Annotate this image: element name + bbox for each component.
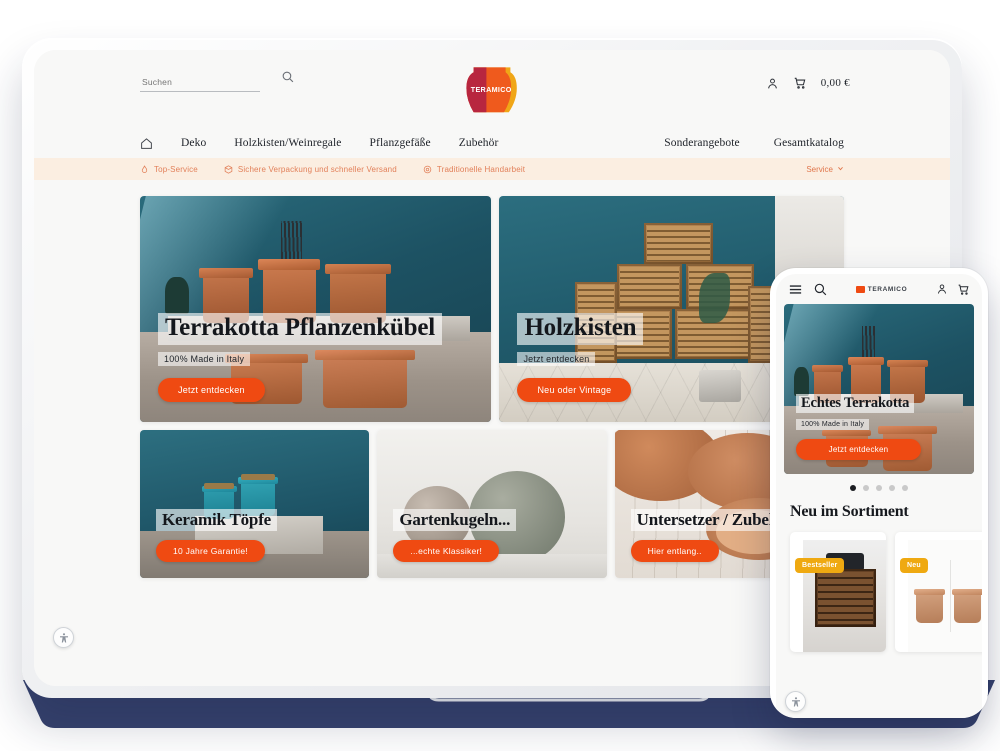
- carousel-dots: [776, 474, 982, 497]
- hero-tile-grid-row1: Terrakotta Pflanzenkübel 100% Made in It…: [140, 196, 844, 422]
- carousel-dot-4[interactable]: [889, 485, 895, 491]
- hero-tile-gartenkugeln[interactable]: Gartenkugeln... ...echte Klassiker!: [377, 430, 607, 578]
- logo-wordmark: TERAMICO: [867, 285, 908, 293]
- cart-icon[interactable]: [957, 283, 970, 296]
- logo-mark: [855, 285, 865, 293]
- cart-total: 0,00 €: [820, 77, 850, 89]
- mobile-brand-logo[interactable]: TERAMICO: [855, 285, 908, 293]
- search-input[interactable]: [140, 77, 260, 92]
- user-icon[interactable]: [936, 283, 948, 295]
- flame-icon: [140, 165, 149, 174]
- product-image: [803, 540, 886, 652]
- cart-icon[interactable]: [793, 76, 807, 90]
- hamburger-menu-icon[interactable]: [788, 282, 803, 297]
- tile-cta-button[interactable]: ...echte Klassiker!: [393, 540, 500, 562]
- mobile-header-actions: [936, 283, 970, 296]
- usp-item-top-service: Top-Service: [140, 165, 198, 174]
- mobile-hero-subtitle: 100% Made in Italy: [796, 419, 870, 430]
- tile-title: Holzkisten: [517, 313, 644, 345]
- accessibility-icon[interactable]: [785, 691, 806, 712]
- product-card[interactable]: Neu: [895, 532, 982, 652]
- mobile-hero-content: Echtes Terrakotta 100% Made in Italy Jet…: [796, 393, 960, 460]
- hero-tile-terrakotta[interactable]: Terrakotta Pflanzenkübel 100% Made in It…: [140, 196, 492, 422]
- carousel-dot-1[interactable]: [850, 485, 856, 491]
- tile-cta-button[interactable]: Jetzt entdecken: [158, 378, 265, 402]
- tile-cta-button[interactable]: 10 Jahre Garantie!: [156, 540, 265, 562]
- tile-title: Terrakotta Pflanzenkübel: [158, 313, 442, 345]
- nav-item-gesamtkatalog[interactable]: Gesamtkatalog: [774, 137, 844, 149]
- nav-primary-items: Deko Holzkisten/Weinregale Pflanzgefäße …: [140, 137, 498, 150]
- chevron-down-icon[interactable]: [837, 165, 844, 174]
- product-card[interactable]: Bestseller: [790, 532, 886, 652]
- nav-item-deko[interactable]: Deko: [181, 137, 206, 149]
- logo-wordmark: TERAMICO: [471, 85, 512, 94]
- usp-item-versand: Sichere Verpackung und schneller Versand: [224, 165, 397, 174]
- hero-tile-grid-row2: Keramik Töpfe 10 Jahre Garantie! Gartenk…: [140, 430, 844, 578]
- search-field[interactable]: [140, 71, 294, 92]
- usp-label: Sichere Verpackung und schneller Versand: [237, 164, 397, 174]
- user-icon[interactable]: [766, 77, 779, 90]
- search-icon[interactable]: [813, 282, 827, 296]
- carousel-dot-2[interactable]: [863, 485, 869, 491]
- tile-content-gartenkugeln: Gartenkugeln... ...echte Klassiker!: [393, 508, 592, 562]
- tile-cta-button[interactable]: Neu oder Vintage: [517, 378, 632, 402]
- search-icon[interactable]: [281, 70, 294, 83]
- tile-subtitle: 100% Made in Italy: [158, 352, 251, 366]
- nav-secondary-items: Sonderangebote Gesamtkatalog: [664, 137, 844, 149]
- status-badge: Neu: [900, 558, 928, 573]
- service-dropdown[interactable]: Service: [806, 165, 844, 174]
- mobile-section-title: Neu im Sortiment: [790, 503, 909, 520]
- mobile-viewport: TERAMICO Echtes Terrakotta 100% Made in …: [776, 274, 982, 718]
- tile-cta-button[interactable]: Hier entlang..: [630, 540, 719, 562]
- main-navigation: Deko Holzkisten/Weinregale Pflanzgefäße …: [34, 128, 950, 158]
- hand-icon: [423, 165, 432, 174]
- header-actions: 0,00 €: [766, 76, 850, 90]
- product-image: [908, 540, 982, 652]
- package-icon: [224, 164, 233, 174]
- service-label: Service: [806, 164, 833, 174]
- nav-item-zubehoer[interactable]: Zubehör: [459, 137, 499, 149]
- mobile-hero-cta-button[interactable]: Jetzt entdecken: [796, 439, 921, 460]
- tile-title: Keramik Töpfe: [156, 508, 277, 531]
- hero-tile-keramik[interactable]: Keramik Töpfe 10 Jahre Garantie!: [140, 430, 370, 578]
- status-badge: Bestseller: [795, 558, 845, 573]
- mobile-hero-title: Echtes Terrakotta: [796, 393, 915, 413]
- carousel-dot-3[interactable]: [876, 485, 882, 491]
- mobile-header: TERAMICO: [776, 274, 982, 304]
- tile-subtitle: Jetzt entdecken: [517, 352, 596, 366]
- tile-content-keramik: Keramik Töpfe 10 Jahre Garantie!: [156, 508, 355, 562]
- usp-item-handarbeit: Traditionelle Handarbeit: [423, 165, 525, 174]
- mobile-hero-slide[interactable]: Echtes Terrakotta 100% Made in Italy Jet…: [784, 304, 974, 474]
- nav-item-sonderangebote[interactable]: Sonderangebote: [664, 137, 740, 149]
- mobile-product-list: Bestseller Neu: [776, 521, 982, 652]
- tile-title: Gartenkugeln...: [393, 508, 517, 531]
- tile-content-terrakotta: Terrakotta Pflanzenkübel 100% Made in It…: [158, 313, 477, 402]
- phone-device-frame: TERAMICO Echtes Terrakotta 100% Made in …: [770, 268, 988, 718]
- home-icon[interactable]: [140, 137, 153, 150]
- usp-label: Top-Service: [154, 164, 198, 174]
- usp-label: Traditionelle Handarbeit: [436, 164, 526, 174]
- accessibility-icon[interactable]: [53, 627, 74, 648]
- nav-item-pflanzgefaesse[interactable]: Pflanzgefäße: [370, 137, 431, 149]
- nav-item-holzkisten-weinregale[interactable]: Holzkisten/Weinregale: [234, 137, 341, 149]
- brand-logo[interactable]: TERAMICO: [464, 62, 520, 116]
- carousel-dot-5[interactable]: [902, 485, 908, 491]
- screenshot-stage: TERAMICO: [0, 0, 1000, 751]
- site-header: TERAMICO: [34, 50, 950, 128]
- usp-bar: Top-Service Sichere Verpackung und schne…: [34, 158, 950, 180]
